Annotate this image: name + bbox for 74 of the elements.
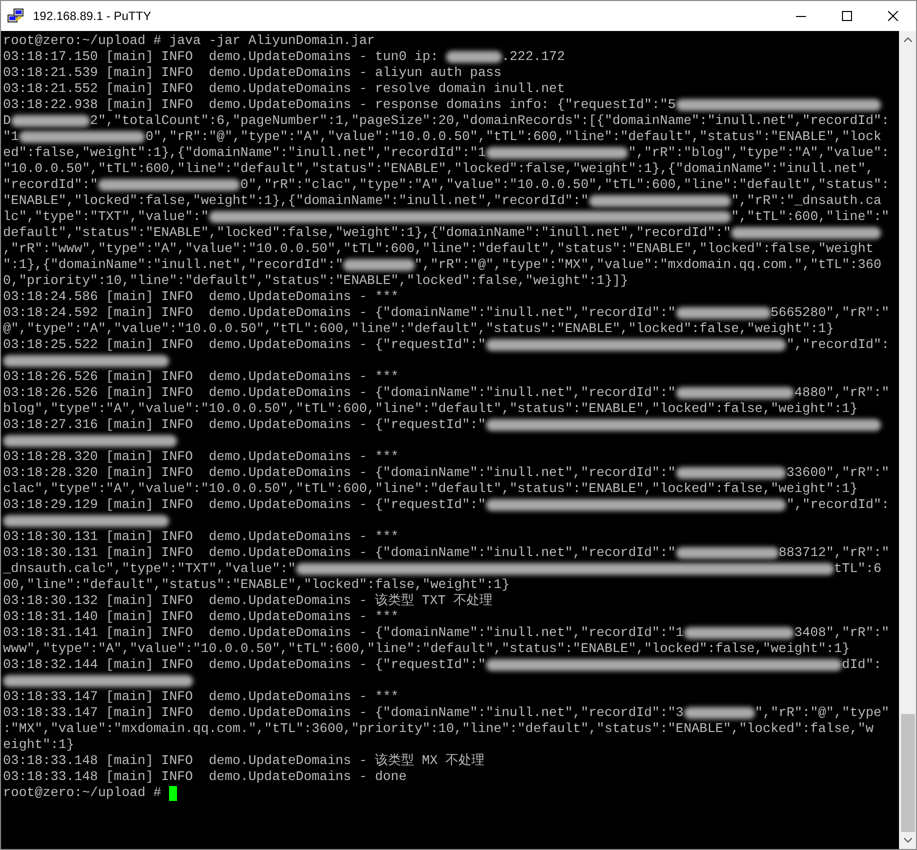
terminal-text: 03:18:17.150 [main] INFO demo.UpdateDomains - tun0 ip: bbox=[3, 49, 440, 65]
terminal-text: default","status":"ENABLE","locked":false,"weight":1},{"domainName":"inull.net","recordId":" bbox=[3, 225, 732, 241]
window-title: 192.168.89.1 - PuTTY bbox=[33, 9, 152, 23]
terminal-text: 03:18:33.148 [main] INFO demo.UpdateDomains - 该类型 MX 不处理 bbox=[3, 753, 485, 769]
terminal-text: 03:18:30.132 [main] INFO demo.UpdateDomains - 该类型 TXT 不处理 bbox=[3, 593, 493, 609]
terminal-text: root@zero:~/upload # java -jar AliyunDomain.jar bbox=[3, 33, 375, 49]
terminal-text: .222.172 bbox=[502, 49, 565, 65]
terminal-text: ","rR":"@","type" bbox=[754, 705, 890, 721]
terminal-text: 03:18:24.592 [main] INFO demo.UpdateDomains - {"domainName":"inull.net","recordId":" bbox=[3, 305, 676, 321]
terminal-text: 03:18:25.522 [main] INFO demo.UpdateDomains - {"requestId":" bbox=[3, 337, 486, 353]
terminal-text: 2","totalCount":6,"pageNumber":1,"pageSize":20,"domainRecords":[{"domainName":"inull.net","recordId": bbox=[90, 113, 890, 129]
terminal-text: ,"rR":"www","type":"A","value":"10.0.0.50","tTL":600,"line":"default","status":"ENABLE","locked":false,"weight bbox=[3, 241, 874, 257]
blurred-text bbox=[446, 51, 502, 63]
blurred-text bbox=[343, 259, 415, 271]
terminal-text: 00,"line":"default","status":"ENABLE","locked":false,"weight":1} bbox=[3, 577, 510, 593]
terminal-text: 03:18:28.320 [main] INFO demo.UpdateDomains - {"domainName":"inull.net","recordId":" bbox=[3, 465, 676, 481]
scroll-thumb[interactable] bbox=[901, 714, 915, 832]
terminal-text: 03:18:21.539 [main] INFO demo.UpdateDomains - aliyun auth pass bbox=[3, 65, 502, 81]
terminal-text: lc","type":"TXT","value":" bbox=[3, 209, 209, 225]
terminal-text: @","type":"A","value":"10.0.0.50","tTL":600,"line":"default","status":"ENABLE","locked":false,"weight":1} bbox=[3, 321, 834, 337]
terminal-text: "ENABLE","locked":false,"weight":1},{"domainName":"inull.net","recordId":" bbox=[3, 193, 589, 209]
terminal-text: _dnsauth.calc","type":"TXT","value":" bbox=[3, 561, 296, 577]
terminal-text: 03:18:31.141 [main] INFO demo.UpdateDomains - {"domainName":"inull.net","recordId":"1 bbox=[3, 625, 684, 641]
terminal-text: 03:18:26.526 [main] INFO demo.UpdateDomains - {"domainName":"inull.net","recordId":" bbox=[3, 385, 676, 401]
terminal-text: ","recordId": bbox=[786, 337, 890, 353]
terminal-text: www","type":"A","value":"10.0.0.50","tTL":600,"line":"default","status":"ENABLE","locked":false,"weight":1} bbox=[3, 641, 850, 657]
terminal-text: 33600","rR":" bbox=[786, 465, 890, 481]
terminal-text: 03:18:29.129 [main] INFO demo.UpdateDomains - {"requestId":" bbox=[3, 497, 486, 513]
terminal-text: 03:18:28.320 [main] INFO demo.UpdateDomains - *** bbox=[3, 449, 399, 465]
terminal-text: 03:18:22.938 [main] INFO demo.UpdateDomains - response domains info: {"requestId":"5 bbox=[3, 97, 676, 113]
terminal-text: D bbox=[3, 113, 11, 129]
text-cursor bbox=[169, 786, 178, 800]
terminal-text: tTL":6 bbox=[834, 561, 882, 577]
terminal-text: 3408","rR":" bbox=[794, 625, 890, 641]
terminal-text: 03:18:27.316 [main] INFO demo.UpdateDomains - {"requestId":" bbox=[3, 417, 486, 433]
terminal-text: ","rR":"_dnsauth.ca bbox=[731, 193, 882, 209]
terminal-text: "1 bbox=[3, 129, 19, 145]
terminal-text: 4880","rR":" bbox=[794, 385, 890, 401]
terminal-text: ","rR":"@","type":"MX","value":"mxdomain.qq.com.","tTL":360 bbox=[414, 257, 882, 273]
terminal-text: 0","rR":"@","type":"A","value":"10.0.0.50","tTL":600,"line":"default","status":"ENABLE","lock bbox=[145, 129, 882, 145]
terminal-text: 0","rR":"clac","type":"A","value":"10.0.0.50","tTL":600,"line":"default","status": bbox=[240, 177, 890, 193]
terminal-text: clac","type":"A","value":"10.0.0.50","tTL":600,"line":"default","status":"ENABLE","locked":false,"weight":1} bbox=[3, 481, 858, 497]
terminal-text: ":1},{"domainName":"inull.net","recordId":" bbox=[3, 257, 344, 273]
maximize-icon bbox=[842, 11, 852, 21]
terminal-text: 883712","rR":" bbox=[778, 545, 890, 561]
scrollbar[interactable] bbox=[899, 31, 916, 849]
terminal-text: 0,"priority":10,"line":"default","status":"ENABLE","locked":false,"weight":1}]} bbox=[3, 273, 628, 289]
terminal-text: dId": bbox=[842, 657, 882, 673]
close-icon bbox=[888, 11, 898, 21]
terminal-text: 03:18:26.526 [main] INFO demo.UpdateDomains - *** bbox=[3, 369, 399, 385]
terminal-text: "10.0.0.50","tTL":600,"line":"default","status":"ENABLE","locked":false,"weight":1},{"domainName":"inull.net", bbox=[3, 161, 874, 177]
terminal-text: 03:18:33.148 [main] INFO demo.UpdateDomains - done bbox=[3, 769, 407, 785]
terminal-text: 03:18:33.147 [main] INFO demo.UpdateDomains - {"domainName":"inull.net","recordId":"3 bbox=[3, 705, 684, 721]
terminal-text: 03:18:33.147 [main] INFO demo.UpdateDomains - *** bbox=[3, 689, 399, 705]
terminal-text: "recordId":" bbox=[3, 177, 98, 193]
computer-icon bbox=[7, 8, 25, 24]
terminal-text: 5665280","rR":" bbox=[770, 305, 890, 321]
terminal-text: 03:18:24.586 [main] INFO demo.UpdateDomains - *** bbox=[3, 289, 399, 305]
terminal-text: 03:18:30.131 [main] INFO demo.UpdateDomains - {"domainName":"inull.net","recordId":" bbox=[3, 545, 676, 561]
terminal-text: 03:18:21.552 [main] INFO demo.UpdateDomains - resolve domain inull.net bbox=[3, 81, 565, 97]
terminal-text: ","recordId": bbox=[786, 497, 890, 513]
blurred-text bbox=[684, 707, 755, 719]
terminal-text: ed":false,"weight":1},{"domainName":"inull.net","recordId":"1 bbox=[3, 145, 486, 161]
caret-up-icon bbox=[904, 37, 912, 42]
terminal-text: eight":1} bbox=[3, 737, 74, 753]
terminal-text: blog","type":"A","value":"10.0.0.50","tTL":600,"line":"default","status":"ENABLE","locked":false,"weight":1} bbox=[3, 401, 858, 417]
terminal-text: 03:18:30.131 [main] INFO demo.UpdateDomains - *** bbox=[3, 529, 399, 545]
terminal-text: 03:18:31.140 [main] INFO demo.UpdateDomains - *** bbox=[3, 609, 399, 625]
terminal-text: ","tTL":600,"line":" bbox=[731, 209, 890, 225]
caret-down-icon bbox=[904, 838, 912, 843]
terminal-text: root@zero:~/upload # bbox=[3, 785, 162, 801]
terminal-text: :"MX","value":"mxdomain.qq.com.","tTL":3600,"priority":10,"line":"default","status":"ENABLE","locked":false,"w bbox=[3, 721, 874, 737]
terminal-text: 03:18:32.144 [main] INFO demo.UpdateDomains - {"requestId":" bbox=[3, 657, 486, 673]
terminal-text: ","rR":"blog","type":"A","value": bbox=[628, 145, 890, 161]
